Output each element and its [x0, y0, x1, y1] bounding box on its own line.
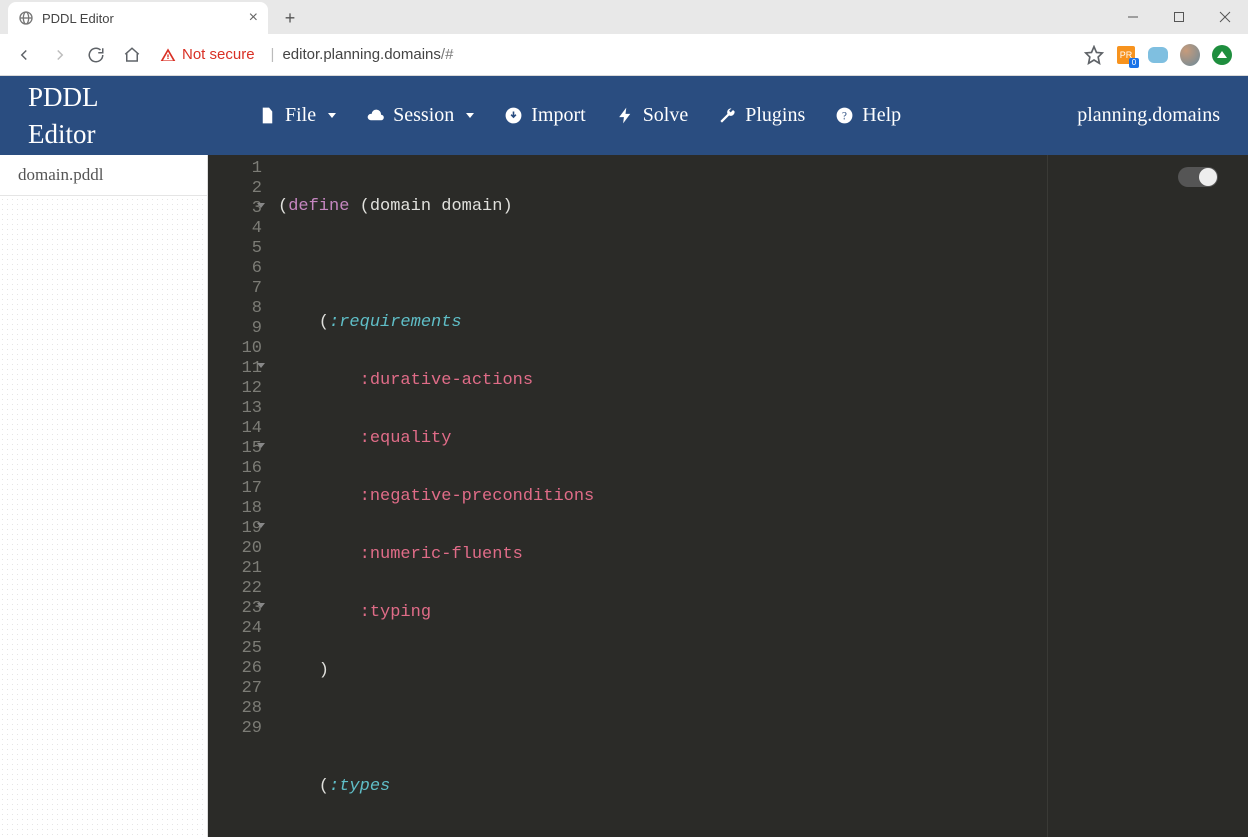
- not-secure-label: Not secure: [182, 46, 255, 63]
- brand-line-2: Editor: [28, 116, 238, 152]
- fold-icon[interactable]: [257, 523, 265, 528]
- new-tab-button[interactable]: +: [276, 4, 304, 32]
- tab-title: PDDL Editor: [42, 11, 241, 26]
- line-number: 5: [208, 239, 262, 259]
- app-brand: PDDL Editor: [28, 79, 238, 152]
- bookmark-star-icon[interactable]: [1084, 45, 1104, 65]
- line-number: 11: [208, 359, 262, 379]
- line-number: 7: [208, 279, 262, 299]
- line-number: 16: [208, 459, 262, 479]
- file-icon: [258, 106, 277, 125]
- line-number: 3: [208, 199, 262, 219]
- line-number: 21: [208, 559, 262, 579]
- line-number: 10: [208, 339, 262, 359]
- line-number: 27: [208, 679, 262, 699]
- code-editor[interactable]: 1234567891011121314151617181920212223242…: [208, 155, 1248, 837]
- line-number: 9: [208, 319, 262, 339]
- browser-toolbar: Not secure | editor.planning.domains/# P…: [0, 34, 1248, 76]
- line-number: 12: [208, 379, 262, 399]
- editor-margin-line: [1047, 155, 1048, 837]
- home-button[interactable]: [116, 39, 148, 71]
- sidebar-file-tab[interactable]: domain.pddl: [0, 155, 207, 196]
- warning-icon: [160, 47, 176, 63]
- bolt-icon: [616, 106, 635, 125]
- fold-icon[interactable]: [257, 203, 265, 208]
- menu-plugins-label: Plugins: [745, 104, 805, 127]
- fold-icon[interactable]: [257, 363, 265, 368]
- menu-import-label: Import: [531, 104, 585, 127]
- minimize-button[interactable]: [1110, 0, 1156, 34]
- fold-icon[interactable]: [257, 603, 265, 608]
- close-icon[interactable]: ×: [249, 10, 258, 26]
- help-icon: ?: [835, 106, 854, 125]
- planning-domains-link[interactable]: planning.domains: [1077, 104, 1220, 127]
- menu-plugins[interactable]: Plugins: [718, 104, 805, 127]
- file-sidebar: domain.pddl: [0, 155, 208, 837]
- url-text: editor.planning.domains/#: [282, 46, 453, 63]
- line-number: 14: [208, 419, 262, 439]
- separator: |: [271, 46, 275, 63]
- close-window-button[interactable]: [1202, 0, 1248, 34]
- app-menu: File Session Import Solve Plugins ? Help: [258, 104, 1077, 127]
- forward-button[interactable]: [44, 39, 76, 71]
- line-number: 15: [208, 439, 262, 459]
- editor-toggle-switch[interactable]: [1178, 167, 1218, 187]
- menu-session-label: Session: [393, 104, 454, 127]
- browser-tab[interactable]: PDDL Editor ×: [8, 2, 268, 34]
- line-number: 20: [208, 539, 262, 559]
- line-number: 13: [208, 399, 262, 419]
- app-header: PDDL Editor File Session Import Solve Pl…: [0, 76, 1248, 155]
- extension-icons: PR0: [1076, 45, 1240, 65]
- menu-help-label: Help: [862, 104, 901, 127]
- code-content[interactable]: (define (domain domain) (:requirements :…: [270, 155, 1248, 837]
- menu-solve-label: Solve: [643, 104, 689, 127]
- menu-import[interactable]: Import: [504, 104, 585, 127]
- line-number: 1: [208, 159, 262, 179]
- download-icon: [504, 106, 523, 125]
- brand-line-1: PDDL: [28, 79, 238, 115]
- tab-strip: PDDL Editor × +: [0, 0, 304, 34]
- menu-solve[interactable]: Solve: [616, 104, 689, 127]
- profile-avatar[interactable]: [1180, 45, 1200, 65]
- line-number: 28: [208, 699, 262, 719]
- line-number: 8: [208, 299, 262, 319]
- back-button[interactable]: [8, 39, 40, 71]
- line-number: 22: [208, 579, 262, 599]
- update-available-icon[interactable]: [1212, 45, 1232, 65]
- menu-help[interactable]: ? Help: [835, 104, 901, 127]
- address-bar[interactable]: Not secure | editor.planning.domains/#: [160, 40, 1064, 70]
- line-number: 17: [208, 479, 262, 499]
- menu-file-label: File: [285, 104, 316, 127]
- line-number: 26: [208, 659, 262, 679]
- line-number: 25: [208, 639, 262, 659]
- line-number: 18: [208, 499, 262, 519]
- line-number: 4: [208, 219, 262, 239]
- window-controls: [1110, 0, 1248, 34]
- maximize-button[interactable]: [1156, 0, 1202, 34]
- line-number: 19: [208, 519, 262, 539]
- svg-text:?: ?: [842, 110, 847, 122]
- workspace: domain.pddl 1234567891011121314151617181…: [0, 155, 1248, 837]
- chevron-down-icon: [328, 113, 336, 118]
- cloud-icon: [366, 106, 385, 125]
- chevron-down-icon: [466, 113, 474, 118]
- menu-session[interactable]: Session: [366, 104, 474, 127]
- menu-file[interactable]: File: [258, 104, 336, 127]
- wrench-icon: [718, 106, 737, 125]
- line-number: 24: [208, 619, 262, 639]
- extension-goggles-icon[interactable]: [1148, 45, 1168, 65]
- line-gutter: 1234567891011121314151617181920212223242…: [208, 155, 270, 837]
- sidebar-background: [0, 197, 207, 837]
- globe-icon: [18, 10, 34, 26]
- line-number: 2: [208, 179, 262, 199]
- line-number: 6: [208, 259, 262, 279]
- line-number: 29: [208, 719, 262, 739]
- browser-titlebar: PDDL Editor × +: [0, 0, 1248, 34]
- line-number: 23: [208, 599, 262, 619]
- reload-button[interactable]: [80, 39, 112, 71]
- fold-icon[interactable]: [257, 443, 265, 448]
- extension-pr-icon[interactable]: PR0: [1116, 45, 1136, 65]
- not-secure-warning[interactable]: Not secure: [160, 46, 255, 63]
